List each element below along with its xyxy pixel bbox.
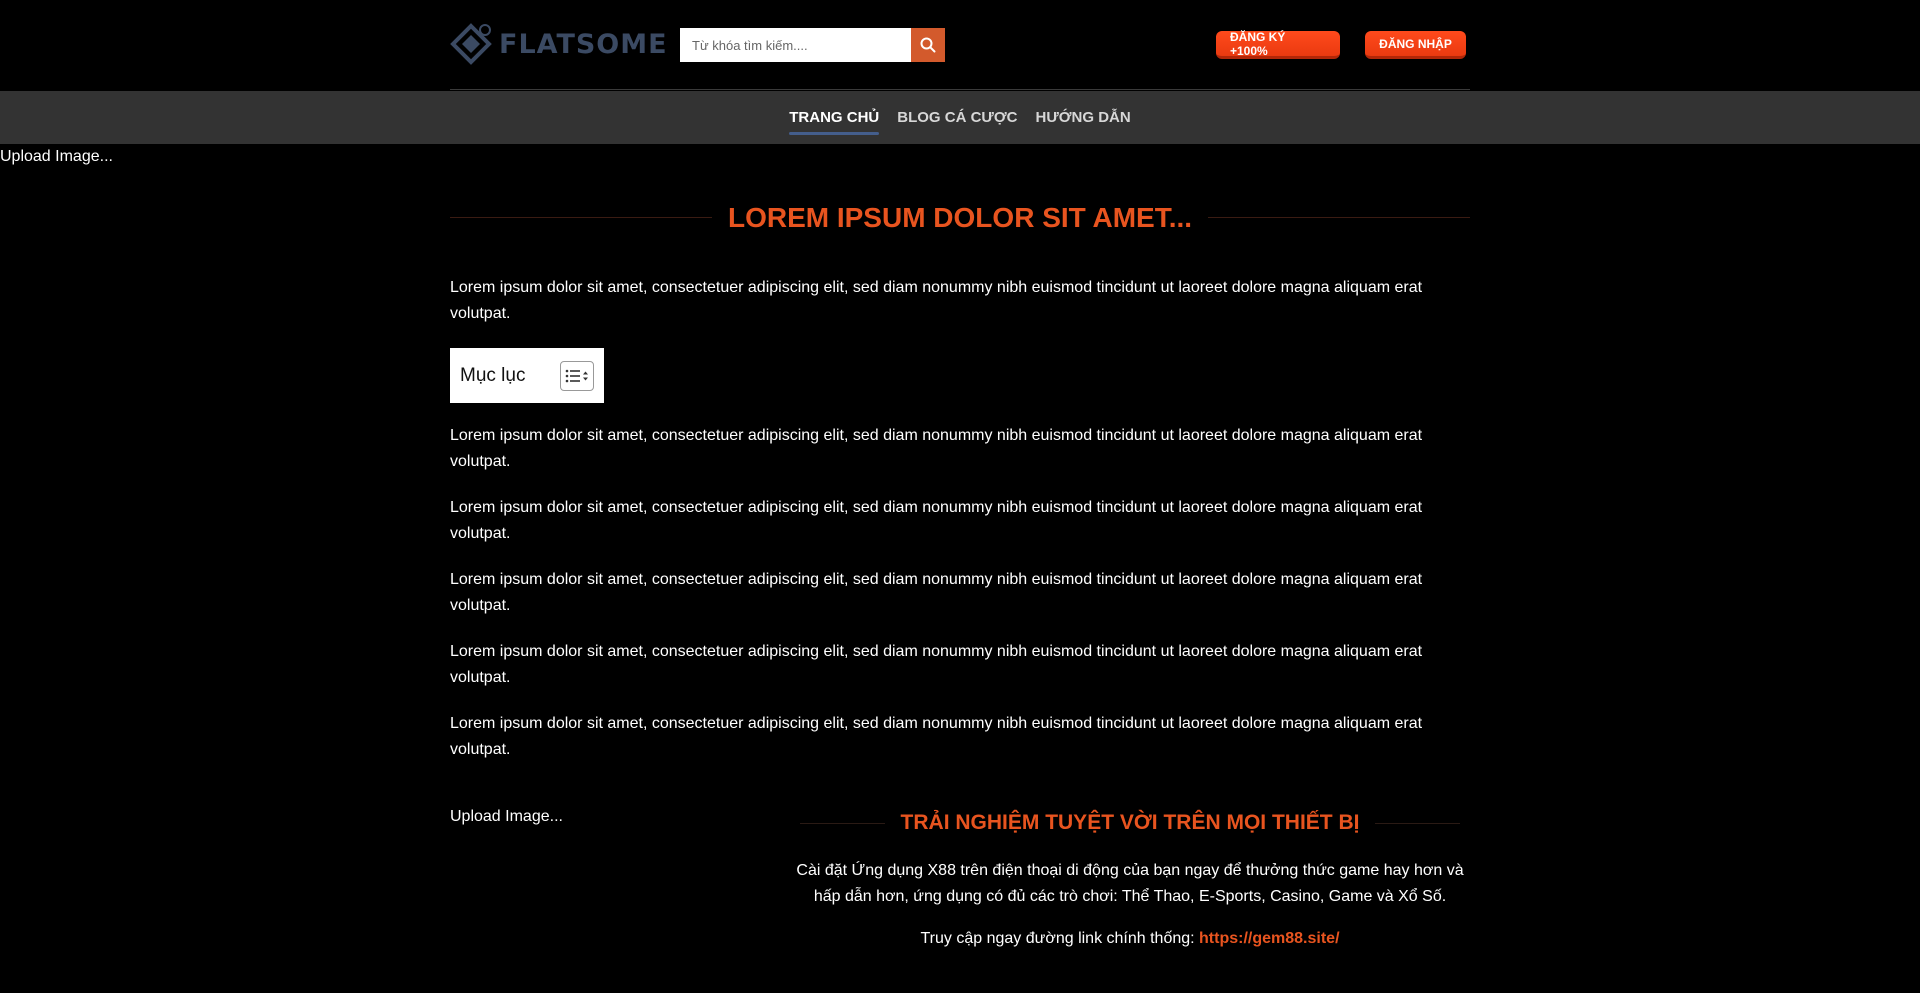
body-paragraph: Lorem ipsum dolor sit amet, consectetuer…	[450, 427, 1423, 470]
body-paragraph: Lorem ipsum dolor sit amet, consectetuer…	[450, 715, 1423, 758]
search-button[interactable]	[911, 28, 945, 62]
body-paragraph: Lorem ipsum dolor sit amet, consectetuer…	[450, 499, 1423, 542]
table-of-contents: Mục lục	[450, 348, 604, 403]
section-title-row: LOREM IPSUM DOLOR SIT AMET...	[450, 190, 1471, 245]
main-content: LOREM IPSUM DOLOR SIT AMET... Lorem ipsu…	[450, 190, 1471, 762]
section-title: LOREM IPSUM DOLOR SIT AMET...	[727, 201, 1193, 233]
site-logo[interactable]: FLATSOME	[450, 22, 668, 66]
body-paragraph: Lorem ipsum dolor sit amet, consectetuer…	[450, 571, 1423, 614]
search-input[interactable]	[680, 28, 911, 62]
login-button[interactable]: ĐĂNG NHẬP	[1365, 31, 1466, 59]
nav-item-huong-dan[interactable]: HƯỚNG DẪN	[1035, 91, 1130, 144]
divider-right	[1208, 217, 1471, 218]
app-promo: TRẢI NGHIỆM TUYỆT VỜI TRÊN MỌI THIẾT BỊ …	[790, 808, 1470, 948]
nav-item-blog-ca-cuoc[interactable]: BLOG CÁ CƯỢC	[897, 91, 1017, 144]
app-description: Cài đặt Ứng dụng X88 trên điện thoại di …	[796, 862, 1464, 905]
header: FLATSOME ĐĂNG KÝ +100% ĐĂNG NHẬP	[0, 0, 1920, 90]
header-inner: FLATSOME ĐĂNG KÝ +100% ĐĂNG NHẬP	[450, 0, 1470, 90]
search-bar	[680, 28, 945, 62]
toc-title: Mục lục	[460, 364, 526, 386]
logo-icon	[450, 23, 492, 65]
app-title-row: TRẢI NGHIỆM TUYỆT VỜI TRÊN MỌI THIẾT BỊ	[790, 808, 1470, 838]
app-title: TRẢI NGHIỆM TUYỆT VỜI TRÊN MỌI THIẾT BỊ	[900, 811, 1360, 834]
list-toggle-icon	[565, 369, 588, 382]
upload-image-placeholder-bottom: Upload Image...	[450, 808, 563, 825]
nav-item-trang-chu[interactable]: TRANG CHỦ	[789, 91, 880, 144]
official-link-line: Truy cập ngay đường link chính thống: ht…	[790, 930, 1470, 948]
logo-text: FLATSOME	[499, 28, 668, 60]
upload-image-placeholder: Upload Image...	[0, 148, 113, 165]
divider-left	[450, 217, 712, 218]
divider-right	[1375, 822, 1461, 824]
toc-toggle-button[interactable]	[560, 360, 594, 391]
search-icon	[920, 37, 936, 53]
official-link[interactable]: https://gem88.site/	[1199, 930, 1339, 947]
nav-items: TRANG CHỦ BLOG CÁ CƯỢC HƯỚNG DẪN	[0, 91, 1920, 144]
body-paragraph: Lorem ipsum dolor sit amet, consectetuer…	[450, 643, 1423, 686]
divider-left	[799, 822, 885, 824]
main-nav: TRANG CHỦ BLOG CÁ CƯỢC HƯỚNG DẪN	[0, 91, 1920, 144]
link-prefix: Truy cập ngay đường link chính thống:	[920, 930, 1200, 947]
intro-paragraph: Lorem ipsum dolor sit amet, consectetuer…	[450, 279, 1423, 322]
register-button[interactable]: ĐĂNG KÝ +100%	[1216, 30, 1340, 59]
